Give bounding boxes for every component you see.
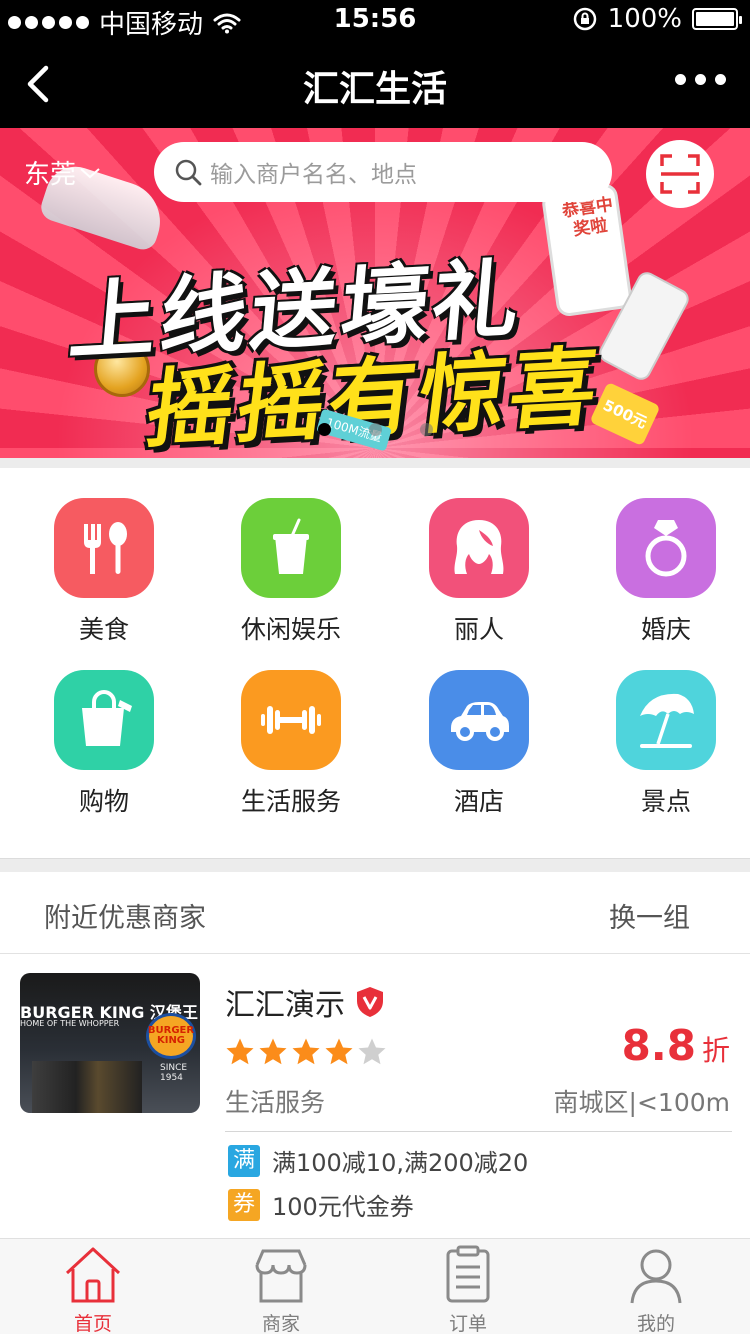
category-scenic-tile: [616, 670, 716, 770]
category-leisure-label: 休闲娱乐: [240, 615, 341, 644]
promo-text: 满100减10,满200减20: [272, 1149, 529, 1177]
category-wedding-tile: [616, 498, 716, 598]
promo-badge-full-reduction: 满: [228, 1144, 260, 1177]
thumb-since: SINCE 1954: [160, 1063, 188, 1083]
chevron-down-icon: [80, 167, 100, 178]
star-icon: [325, 1038, 353, 1065]
tab-merchants[interactable]: 商家: [221, 1245, 341, 1334]
category-beauty[interactable]: 丽人: [409, 498, 549, 646]
nearby-title: 附近优惠商家: [44, 903, 206, 934]
promo-badge-coupon: 券: [228, 1188, 260, 1221]
tab-profile[interactable]: 我的: [596, 1245, 716, 1334]
hair-icon: [454, 520, 504, 574]
thumb-sub: HOME OF THE WHOPPER: [20, 1019, 120, 1028]
battery-percent: 100%: [607, 4, 682, 34]
more-options-icon[interactable]: [675, 74, 726, 85]
tab-orders-label: 订单: [448, 1313, 487, 1334]
category-food-tile: [54, 498, 154, 598]
category-beauty-label: 丽人: [453, 615, 504, 644]
merchant-category: 生活服务: [225, 1088, 326, 1117]
thumb-logo-text: BURGER KING: [147, 1025, 195, 1046]
dumbbell-icon: [261, 706, 321, 734]
category-scenic-label: 景点: [640, 787, 691, 816]
category-shopping-tile: [54, 670, 154, 770]
refresh-group-button[interactable]: 换一组: [609, 896, 690, 935]
search-input[interactable]: 输入商户名名、地点: [154, 142, 612, 202]
category-life-services-tile: [241, 670, 341, 770]
merchant-thumbnail: BURGER KING 汉堡王 HOME OF THE WHOPPER BURG…: [20, 973, 200, 1113]
status-right: 100%: [572, 4, 742, 34]
category-hotel-label: 酒店: [453, 787, 504, 816]
drink-cup-icon: [273, 518, 309, 574]
star-icon: [259, 1038, 287, 1065]
category-leisure-tile: [241, 498, 341, 598]
category-shopping[interactable]: 购物: [34, 670, 174, 818]
rating-stars: [225, 1037, 387, 1067]
merchant-card[interactable]: BURGER KING 汉堡王 HOME OF THE WHOPPER BURG…: [0, 955, 750, 1235]
star-icon: [226, 1038, 254, 1065]
scan-button[interactable]: [646, 140, 714, 208]
discount-value: 8.8: [621, 1021, 696, 1070]
nearby-section-header: 附近优惠商家 换一组: [0, 872, 750, 954]
category-scenic[interactable]: 景点: [596, 670, 736, 818]
verified-shield-icon: [357, 987, 383, 1017]
search-placeholder: 输入商户名名、地点: [210, 162, 417, 188]
navigation-bar: 汇汇生活: [0, 40, 750, 128]
category-leisure[interactable]: 休闲娱乐: [221, 498, 361, 646]
merchant-discount: 8.8 折: [622, 1021, 730, 1070]
beach-umbrella-icon: [640, 693, 694, 748]
car-icon: [451, 702, 509, 741]
category-food[interactable]: 美食: [34, 498, 174, 646]
promo-item: 券 100元代金券: [228, 1187, 414, 1222]
clipboard-icon: [446, 1245, 490, 1303]
star-icon: [292, 1038, 320, 1065]
tab-home[interactable]: 首页: [33, 1245, 153, 1334]
city-label: 东莞: [24, 160, 77, 190]
category-beauty-tile: [429, 498, 529, 598]
user-icon: [630, 1249, 682, 1304]
pager-dot[interactable]: [368, 423, 382, 436]
tab-orders[interactable]: 订单: [408, 1245, 528, 1334]
burger-king-logo-icon: BURGER KING: [146, 1013, 196, 1059]
banner-pager: [0, 423, 750, 436]
promo-item: 满 满100减10,满200减20: [228, 1143, 528, 1178]
promo-text: 100元代金券: [272, 1193, 414, 1221]
star-icon: [358, 1038, 386, 1065]
tab-home-label: 首页: [73, 1313, 112, 1334]
category-grid: 美食 休闲娱乐 丽人 婚庆 购物 生活服务 酒店 景点: [0, 468, 750, 858]
category-food-label: 美食: [78, 615, 129, 644]
scan-icon: [660, 154, 700, 194]
section-divider: [0, 858, 750, 872]
category-hotel-tile: [429, 670, 529, 770]
search-icon: [175, 159, 202, 186]
page-title: 汇汇生活: [302, 69, 447, 110]
pager-dot[interactable]: [419, 423, 433, 436]
rotation-lock-icon: [573, 7, 596, 31]
merchant-name-row: 汇汇演示: [225, 980, 385, 1024]
thumb-door: [32, 1061, 142, 1113]
bottom-tab-bar: 首页 商家 订单 我的: [0, 1238, 750, 1334]
category-life-services[interactable]: 生活服务: [221, 670, 361, 818]
category-hotel[interactable]: 酒店: [409, 670, 549, 818]
category-shopping-label: 购物: [78, 787, 129, 816]
shopping-bag-icon: [82, 690, 132, 746]
fork-spoon-icon: [84, 522, 127, 574]
discount-unit: 折: [701, 1034, 730, 1067]
home-icon: [65, 1247, 121, 1303]
shop-icon: [255, 1249, 307, 1303]
ring-icon: [645, 520, 687, 577]
section-divider: [0, 458, 750, 468]
merchant-divider: [225, 1131, 732, 1132]
merchant-location: 南城区|<100m: [553, 1088, 730, 1117]
status-bar: 中国移动 15:56 100%: [0, 0, 750, 40]
category-wedding-label: 婚庆: [640, 615, 691, 644]
merchant-name: 汇汇演示: [225, 988, 345, 1023]
pager-dot[interactable]: [317, 423, 331, 436]
tab-profile-label: 我的: [636, 1313, 675, 1334]
tab-merchants-label: 商家: [261, 1313, 300, 1334]
category-wedding[interactable]: 婚庆: [596, 498, 736, 646]
battery-icon: [692, 8, 742, 30]
category-life-services-label: 生活服务: [240, 787, 341, 816]
city-selector[interactable]: 东莞: [24, 154, 102, 191]
